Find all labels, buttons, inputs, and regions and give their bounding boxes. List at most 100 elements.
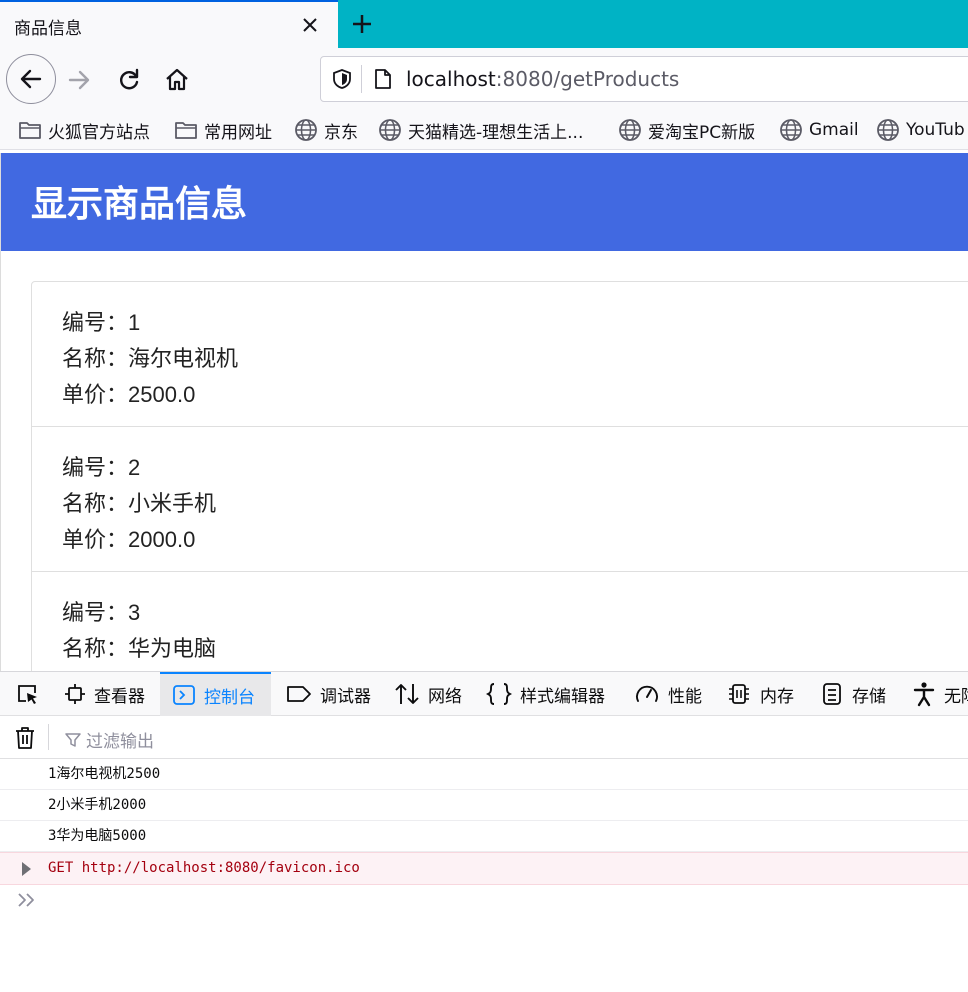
price-label: 单价： <box>62 382 129 407</box>
console-toolbar: 过滤输出 <box>0 716 968 759</box>
tab-label: 调试器 <box>320 686 371 707</box>
forward-button[interactable] <box>62 63 96 97</box>
bookmark-youtube[interactable]: YouTub <box>876 118 965 142</box>
bookmark-label: YouTub <box>906 120 965 140</box>
bookmark-jd[interactable]: 京东 <box>294 118 358 143</box>
bookmark-tmall[interactable]: 天猫精选-理想生活上... <box>378 118 583 143</box>
url-host: localhost <box>406 67 496 91</box>
product-price: 2500.0 <box>128 382 196 407</box>
devtools-tabs: 查看器 控制台 调试器 网络 样式编辑器 性能 内存 存储 无 <box>0 672 968 716</box>
console-icon <box>173 685 195 705</box>
product-price-row: 单价：2000.0 <box>62 522 968 558</box>
globe-icon <box>295 119 317 141</box>
tab-label: 网络 <box>428 686 462 707</box>
page-icon[interactable] <box>373 68 393 90</box>
bookmark-aitaobao[interactable]: 爱淘宝PC新版 <box>618 118 756 143</box>
tab-style-editor[interactable]: 样式编辑器 <box>482 672 609 716</box>
bookmark-gmail[interactable]: Gmail <box>779 118 859 142</box>
shield-icon[interactable] <box>331 68 353 90</box>
arrow-right-icon <box>68 70 90 90</box>
browser-tab[interactable]: 商品信息 <box>0 0 338 48</box>
bookmark-label: 爱淘宝PC新版 <box>648 122 756 143</box>
arrow-left-icon <box>20 69 42 89</box>
folder-icon <box>175 122 197 139</box>
url-separator <box>361 65 362 93</box>
tab-memory[interactable]: 内存 <box>722 672 798 716</box>
close-icon[interactable] <box>300 15 320 35</box>
console-message[interactable]: 2小米手机2000 <box>0 790 968 821</box>
id-label: 编号： <box>62 600 129 625</box>
price-label: 单价： <box>62 527 129 552</box>
filter-input[interactable]: 过滤输出 <box>64 727 154 752</box>
console-message-text: 3华为电脑5000 <box>48 828 147 844</box>
product-name-row: 名称：小米手机 <box>62 486 968 522</box>
product-price: 2000.0 <box>128 527 196 552</box>
reload-button[interactable] <box>112 63 146 97</box>
tab-console[interactable]: 控制台 <box>160 672 271 716</box>
url-text[interactable]: localhost:8080/getProducts <box>406 67 679 91</box>
folder-icon <box>19 122 41 139</box>
bookmark-label: Gmail <box>809 120 859 140</box>
tab-inspector[interactable]: 查看器 <box>60 672 149 716</box>
id-label: 编号： <box>62 455 129 480</box>
performance-icon <box>636 685 658 702</box>
network-icon <box>395 684 419 704</box>
console-message[interactable]: 1海尔电视机2500 <box>0 759 968 790</box>
double-chevron-icon[interactable] <box>16 891 38 909</box>
tab-network[interactable]: 网络 <box>390 672 466 716</box>
product-name-row: 名称：海尔电视机 <box>62 341 968 377</box>
list-item: 编号：1 名称：海尔电视机 单价：2500.0 <box>32 282 968 427</box>
product-price-row: 单价：2500.0 <box>62 377 968 413</box>
product-id-row: 编号：1 <box>62 305 968 341</box>
pick-element-button[interactable] <box>10 672 46 716</box>
name-label: 名称： <box>62 491 129 516</box>
bookmark-label: 京东 <box>324 122 358 143</box>
console-message-text: GET http://localhost:8080/favicon.ico <box>48 860 360 876</box>
tab-label: 查看器 <box>94 686 145 707</box>
style-editor-icon <box>486 683 512 705</box>
expand-arrow-icon[interactable] <box>22 862 31 876</box>
tab-performance[interactable]: 性能 <box>630 672 706 716</box>
product-id: 3 <box>128 600 141 625</box>
bookmark-label: 火狐官方站点 <box>48 122 150 143</box>
page-viewport: 显示商品信息 编号：1 名称：海尔电视机 单价：2500.0 编号：2 名称：小… <box>0 151 968 671</box>
console-message-text: 2小米手机2000 <box>48 797 147 813</box>
toolbar-separator <box>48 724 49 750</box>
filter-placeholder: 过滤输出 <box>86 732 154 752</box>
page-header: 显示商品信息 <box>1 153 968 251</box>
globe-icon <box>379 119 401 141</box>
plus-icon[interactable] <box>350 12 374 36</box>
console-message-text: 1海尔电视机2500 <box>48 766 161 782</box>
id-label: 编号： <box>62 310 129 335</box>
page-title: 显示商品信息 <box>31 183 248 224</box>
debugger-icon <box>287 686 311 702</box>
console-error-message[interactable]: GET http://localhost:8080/favicon.ico <box>0 852 968 885</box>
tab-label: 内存 <box>760 686 794 707</box>
bookmarks-toolbar: 火狐官方站点 常用网址 京东 天猫精选-理想生活上... 爱淘宝PC新版 Gma… <box>0 110 968 150</box>
product-name: 华为电脑 <box>128 636 217 661</box>
storage-icon <box>823 683 841 705</box>
pick-element-icon <box>18 685 37 704</box>
tab-label: 无障 <box>944 686 968 707</box>
tab-strip: 商品信息 <box>0 0 968 48</box>
reload-icon <box>120 68 139 90</box>
tab-debugger[interactable]: 调试器 <box>282 672 375 716</box>
bookmark-folder-firefox[interactable]: 火狐官方站点 <box>18 118 150 143</box>
back-button[interactable] <box>6 54 56 104</box>
tab-label: 控制台 <box>204 687 255 708</box>
list-item: 编号：3 名称：华为电脑 单价： <box>32 572 968 671</box>
console-message[interactable]: 3华为电脑5000 <box>0 821 968 852</box>
home-button[interactable] <box>160 63 194 97</box>
tab-label: 性能 <box>668 686 702 707</box>
bookmark-folder-common[interactable]: 常用网址 <box>174 118 272 143</box>
filter-icon <box>65 732 81 747</box>
bookmark-label: 常用网址 <box>204 122 272 143</box>
navigation-toolbar: localhost:8080/getProducts <box>0 48 968 110</box>
inspector-icon <box>65 684 85 704</box>
tab-accessibility[interactable]: 无障 <box>908 672 968 716</box>
tab-storage[interactable]: 存储 <box>816 672 890 716</box>
product-name: 小米手机 <box>128 491 217 516</box>
trash-icon[interactable] <box>14 726 36 750</box>
url-bar[interactable]: localhost:8080/getProducts <box>320 56 968 102</box>
product-name-row: 名称：华为电脑 <box>62 631 968 667</box>
